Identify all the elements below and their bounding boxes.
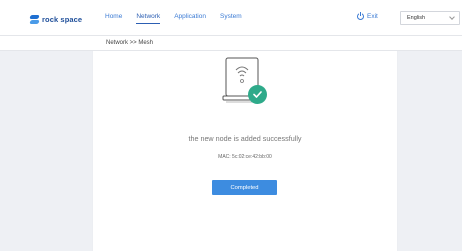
brand-logo[interactable]: rock space (30, 13, 82, 25)
nav-home[interactable]: Home (105, 13, 122, 24)
nav-application[interactable]: Application (174, 13, 206, 24)
language-value: English (407, 15, 426, 21)
breadcrumb: Network >> Mesh (106, 40, 154, 46)
nav-system[interactable]: System (220, 13, 242, 24)
exit-label: Exit (367, 13, 378, 20)
nav-network[interactable]: Network (136, 13, 161, 24)
language-select[interactable]: English (400, 11, 460, 25)
power-icon (357, 12, 364, 20)
chevron-down-icon (449, 14, 455, 20)
success-check-icon (248, 85, 267, 104)
logo-mark-icon (30, 15, 39, 24)
mac-address: MAC: 5c:02:ce:42:bb:00 (218, 154, 272, 160)
main-nav: Home Network Application System (105, 13, 242, 24)
logo-text: rock space (42, 14, 83, 24)
exit-button[interactable]: Exit (357, 12, 378, 20)
top-navigation-bar: rock space Home Network Application Syst… (0, 0, 462, 36)
breadcrumb-bar: Network >> Mesh (0, 36, 462, 51)
completed-button[interactable]: Completed (212, 180, 277, 195)
success-message: the new node is added successfully (188, 134, 302, 143)
